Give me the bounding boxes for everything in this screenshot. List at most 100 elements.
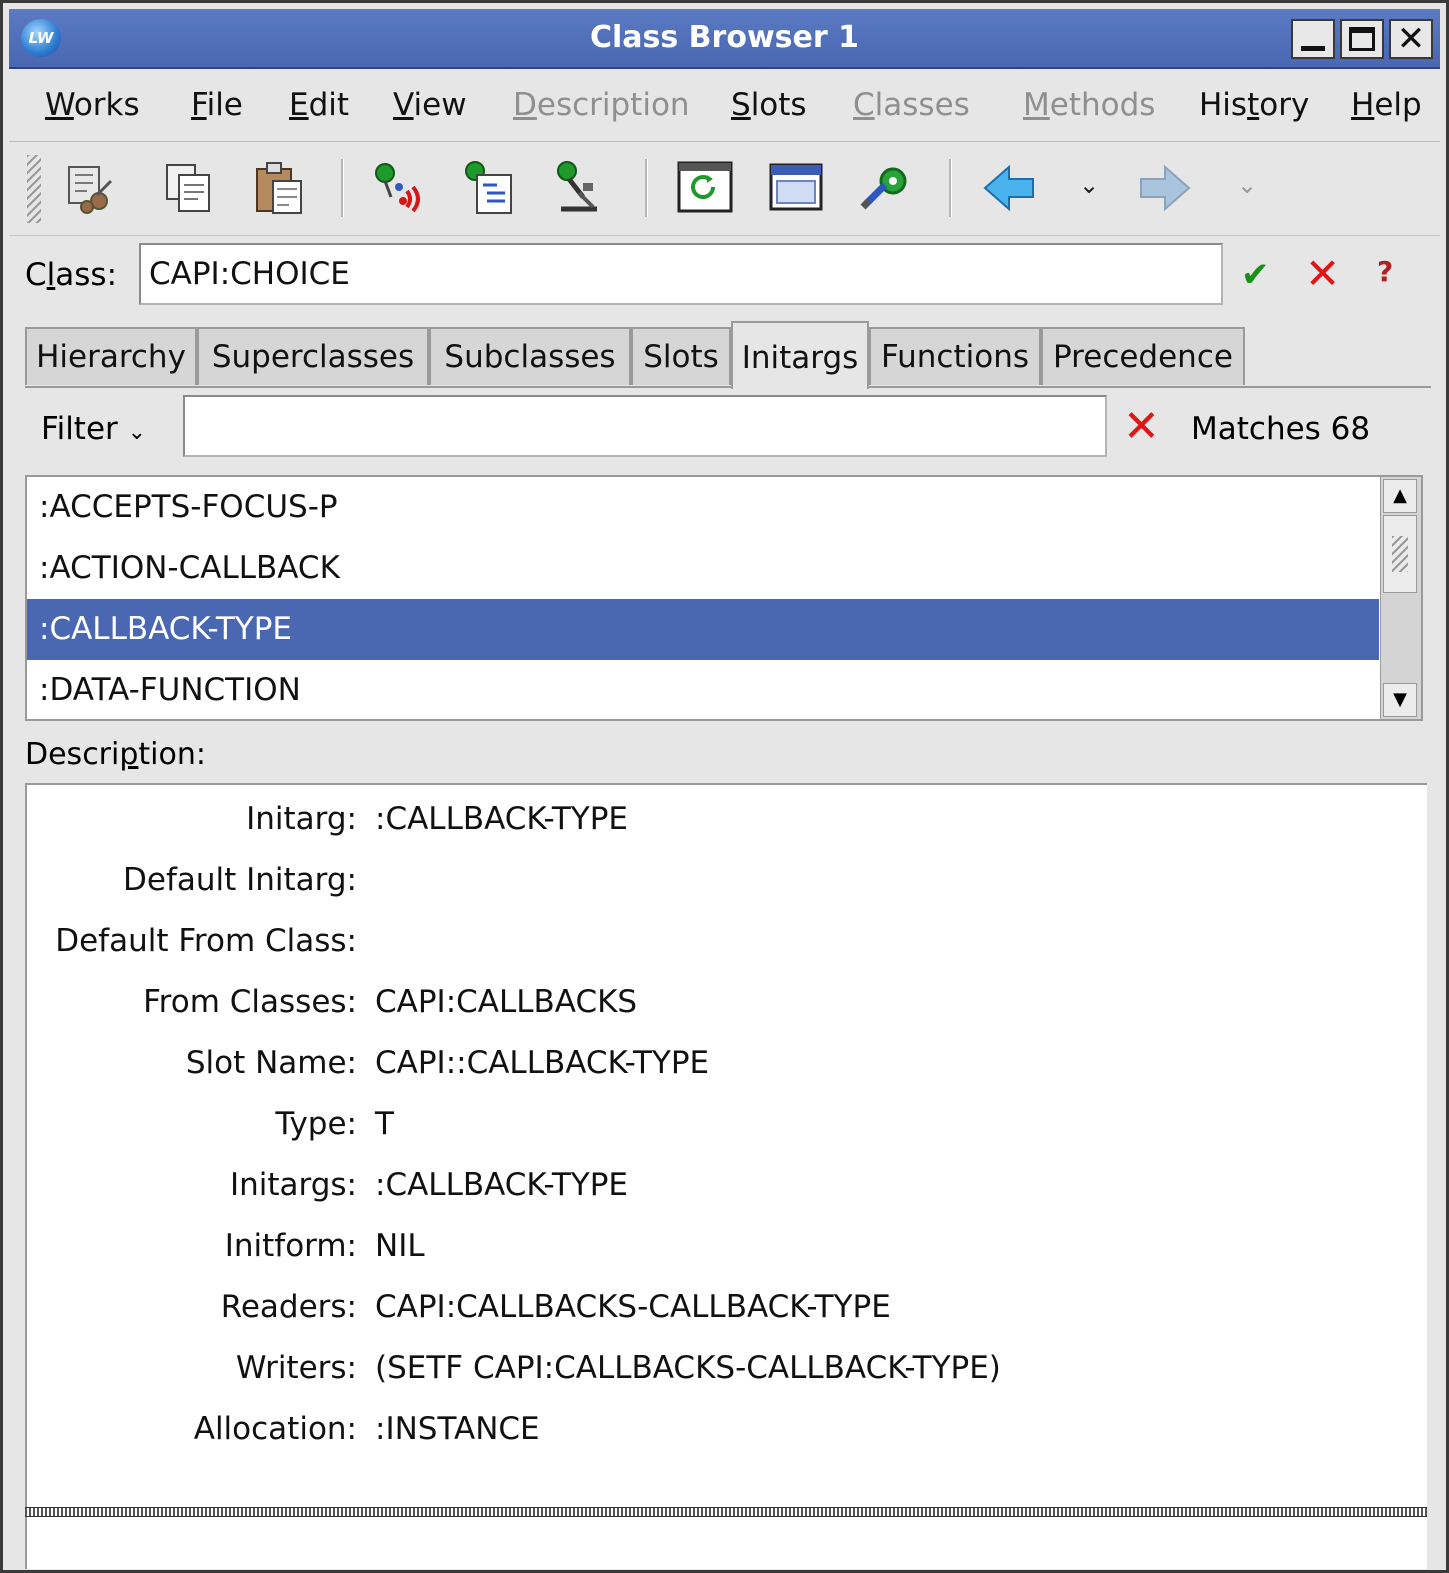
description-value: T <box>375 1106 394 1142</box>
list-item[interactable]: :CALLBACK-TYPE <box>27 599 1379 660</box>
description-row: Slot Name: CAPI::CALLBACK-TYPE <box>27 1033 1427 1094</box>
description-key: Allocation: <box>193 1411 357 1447</box>
scroll-up-icon[interactable]: ▲ <box>1383 479 1417 513</box>
scroll-down-icon[interactable]: ▼ <box>1383 683 1417 717</box>
menu-description[interactable]: Description <box>513 87 690 123</box>
chevron-down-icon: ⌄ <box>127 420 147 445</box>
tab-subclasses[interactable]: Subclasses <box>429 327 631 385</box>
menu-view[interactable]: View <box>393 87 467 123</box>
description-row: Writers: (SETF CAPI:CALLBACKS-CALLBACK-TY… <box>27 1338 1427 1399</box>
class-browser-window: LW Class Browser 1 ✕ Works File Edit View De… <box>0 0 1449 1573</box>
description-panel: Initarg::CALLBACK-TYPE Default Initarg: De… <box>25 783 1427 1509</box>
description-key: Initform: <box>224 1228 357 1264</box>
menu-works[interactable]: Works <box>45 87 140 123</box>
forward-icon[interactable] <box>1135 157 1195 219</box>
list-scrollbar[interactable]: ▲ ▼ <box>1380 477 1421 719</box>
menu-history[interactable]: History <box>1199 87 1309 123</box>
paste-icon[interactable] <box>249 157 309 219</box>
matches-count: Matches 68 <box>1191 411 1371 447</box>
new-window-icon[interactable] <box>767 157 827 219</box>
list-item[interactable]: :ACCEPTS-FOCUS-P <box>27 477 1379 538</box>
description-row: Default Initarg: <box>27 850 1427 911</box>
window-title: Class Browser 1 <box>589 20 859 55</box>
description-row: Initform: NIL <box>27 1216 1427 1277</box>
cancel-icon[interactable]: ✕ <box>1305 249 1340 298</box>
refresh-icon[interactable] <box>675 157 735 219</box>
description-value: :CALLBACK-TYPE <box>375 1167 628 1203</box>
description-key: Initarg: <box>246 801 357 837</box>
toolbar-separator <box>341 159 344 217</box>
minimize-button[interactable] <box>1291 19 1335 59</box>
toolbar-separator <box>645 159 648 217</box>
cut-icon[interactable] <box>61 157 121 219</box>
description-value: CAPI::CALLBACK-TYPE <box>375 1045 710 1081</box>
list-item[interactable]: :DATA-FUNCTION <box>27 660 1379 719</box>
filter-label: Filter <box>41 411 118 447</box>
tab-slots[interactable]: Slots <box>631 327 731 385</box>
description-row: Default From Class: <box>27 911 1427 972</box>
tab-panel-border <box>25 386 1431 388</box>
maximize-button[interactable] <box>1340 19 1384 59</box>
description-value: (SETF CAPI:CALLBACKS-CALLBACK-TYPE) <box>375 1350 1001 1386</box>
pane-splitter[interactable] <box>25 1507 1427 1517</box>
bottom-pane[interactable] <box>25 1517 1427 1569</box>
description-row: Type: T <box>27 1094 1427 1155</box>
description-key: From Classes: <box>143 984 357 1020</box>
toolbar-grip[interactable] <box>27 155 41 223</box>
copy-icon[interactable] <box>159 157 219 219</box>
description-value: :CALLBACK-TYPE <box>375 801 628 837</box>
view-tabs: Hierarchy Superclasses Subclasses Slots Init… <box>25 321 1431 389</box>
browse-icon[interactable] <box>461 157 521 219</box>
description-key: Slot Name: <box>185 1045 357 1081</box>
inspect-icon[interactable] <box>369 157 429 219</box>
description-key: Initargs: <box>229 1167 357 1203</box>
tab-precedence[interactable]: Precedence <box>1041 327 1245 385</box>
complete-symbol-icon[interactable]: ? <box>1377 255 1393 288</box>
initargs-list[interactable]: ▲ ▼ :ACCEPTS-FOCUS-P:ACTION-CALLBACK:CAL… <box>25 475 1423 721</box>
tab-functions[interactable]: Functions <box>869 327 1041 385</box>
description-row: From Classes: CAPI:CALLBACKS <box>27 972 1427 1033</box>
menu-slots[interactable]: Slots <box>731 87 807 123</box>
description-key: Type: <box>275 1106 357 1142</box>
description-key: Writers: <box>235 1350 357 1386</box>
description-key: Default Initarg: <box>123 862 357 898</box>
menu-bar: Works File Edit View Description Slots Classes… <box>9 69 1440 142</box>
forward-history-dropdown-icon[interactable]: ⌄ <box>1237 171 1257 199</box>
tab-initargs[interactable]: Initargs <box>731 321 869 389</box>
tab-superclasses[interactable]: Superclasses <box>197 327 429 385</box>
preferences-icon[interactable] <box>857 157 917 219</box>
description-value: CAPI:CALLBACKS <box>375 984 638 1020</box>
description-value: NIL <box>375 1228 425 1264</box>
clear-filter-icon[interactable]: ✕ <box>1123 401 1160 452</box>
title-bar[interactable]: LW Class Browser 1 ✕ <box>9 9 1440 69</box>
description-label: Description: <box>25 737 206 772</box>
toolbar: ⌄ ⌄ <box>9 143 1440 236</box>
back-history-dropdown-icon[interactable]: ⌄ <box>1079 171 1099 199</box>
toolbar-separator <box>949 159 952 217</box>
filter-input[interactable] <box>183 395 1107 457</box>
description-value: :INSTANCE <box>375 1411 540 1447</box>
menu-methods[interactable]: Methods <box>1023 87 1155 123</box>
description-key: Readers: <box>220 1289 357 1325</box>
close-window-button[interactable]: ✕ <box>1389 19 1433 59</box>
tab-hierarchy[interactable]: Hierarchy <box>25 327 197 385</box>
menu-help[interactable]: Help <box>1351 87 1422 123</box>
menu-classes[interactable]: Classes <box>853 87 970 123</box>
back-icon[interactable] <box>979 157 1039 219</box>
description-row: Readers: CAPI:CALLBACKS-CALLBACK-TYPE <box>27 1277 1427 1338</box>
class-row: Class: CAPI:CHOICE ✔ ✕ ? <box>9 237 1440 313</box>
list-item[interactable]: :ACTION-CALLBACK <box>27 538 1379 599</box>
filter-dropdown[interactable]: Filter ⌄ <box>41 411 146 451</box>
close-icon: ✕ <box>1396 19 1426 59</box>
class-label: Class: <box>25 257 118 293</box>
description-value: CAPI:CALLBACKS-CALLBACK-TYPE <box>375 1289 891 1325</box>
listen-icon[interactable] <box>549 157 609 219</box>
class-input[interactable]: CAPI:CHOICE <box>139 243 1223 305</box>
menu-file[interactable]: File <box>191 87 243 123</box>
description-key: Default From Class: <box>55 923 357 959</box>
menu-edit[interactable]: Edit <box>289 87 349 123</box>
description-row: Allocation: :INSTANCE <box>27 1399 1427 1460</box>
description-row: Initarg: :CALLBACK-TYPE <box>27 789 1427 850</box>
scroll-thumb[interactable] <box>1383 515 1417 593</box>
checkmark-icon[interactable]: ✔ <box>1241 255 1270 295</box>
